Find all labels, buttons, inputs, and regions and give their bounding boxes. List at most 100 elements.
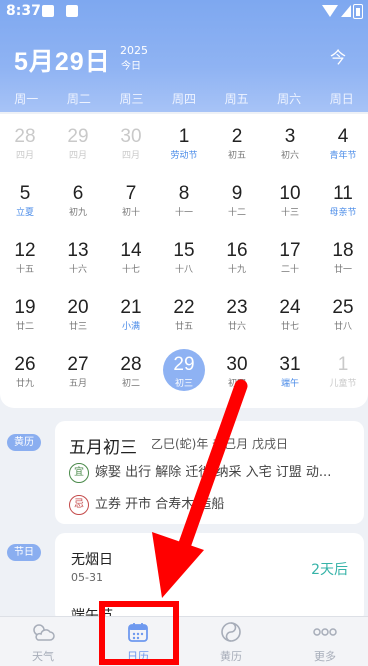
day-number: 8 [178, 183, 190, 204]
calendar-day[interactable]: 6 初九 [52, 173, 104, 229]
day-number: 20 [67, 297, 89, 318]
calendar-day[interactable]: 3 初六 [264, 116, 316, 172]
calendar-day[interactable]: 30 四月 [105, 116, 157, 172]
day-number: 30 [226, 354, 248, 375]
calendar-day[interactable]: 11 母亲节 [317, 173, 368, 229]
weekday-label: 周五 [224, 92, 249, 106]
calendar-day[interactable]: 7 初十 [105, 173, 157, 229]
lunar-label: 十九 [227, 265, 246, 275]
lunar-label: 廿八 [333, 322, 352, 332]
tab-label: 更多 [314, 650, 336, 663]
calendar-day[interactable]: 30 初四 [211, 344, 263, 400]
lunar-label: 四月 [121, 151, 140, 161]
lunar-label: 十二 [227, 208, 246, 218]
calendar-day[interactable]: 18 廿一 [317, 230, 368, 286]
almanac-card[interactable]: 五月初三 乙巳(蛇)年 辛巳月 戊戌日 宜嫁娶 出行 解除 迁徙 纳采 入宅 订… [55, 421, 364, 524]
tab-weather[interactable]: 天气 [13, 621, 73, 664]
yi-icon: 宜 [69, 462, 89, 483]
day-number: 9 [231, 183, 243, 204]
highlight-box [99, 601, 179, 665]
calendar-day[interactable]: 31 端午 [264, 344, 316, 400]
calendar-day[interactable]: 20 廿三 [52, 287, 104, 343]
tab-almanac[interactable]: 黄历 [201, 621, 261, 664]
tab-more[interactable]: 更多 [295, 621, 355, 664]
calendar-day[interactable]: 1 儿童节 [317, 344, 368, 400]
lunar-label: 十五 [15, 265, 34, 275]
current-year: 2025 [120, 44, 148, 57]
day-number: 29 [173, 354, 195, 375]
calendar-day[interactable]: 29 四月 [52, 116, 104, 172]
wifi-icon [322, 5, 338, 17]
day-number: 10 [279, 183, 301, 204]
calendar-day[interactable]: 13 十六 [52, 230, 104, 286]
calendar-day[interactable]: 17 二十 [264, 230, 316, 286]
day-number: 7 [125, 183, 137, 204]
day-number: 22 [173, 297, 195, 318]
day-number: 29 [67, 126, 89, 147]
calendar-day[interactable]: 24 廿七 [264, 287, 316, 343]
weather-icon [33, 624, 55, 641]
day-number: 31 [279, 354, 301, 375]
header: 8:37 5月29日 2025 今日 今 周一 周二 周三 周四 周五 周六 周日 [0, 0, 368, 112]
weekday-header: 周一 周二 周三 周四 周五 周六 周日 [0, 90, 368, 110]
calendar-day[interactable]: 10 十三 [264, 173, 316, 229]
calendar-day[interactable]: 23 廿六 [211, 287, 263, 343]
lunar-label: 廿三 [68, 322, 87, 332]
lunar-label: 十六 [68, 265, 87, 275]
day-number: 13 [67, 240, 89, 261]
tab-label: 黄历 [220, 650, 242, 663]
month-calendar: 28 四月 29 四月 30 四月 1 劳动节 2 初五 3 初六 4 青年节 5 立夏 6 初九 7 初十 8 十一 9 十… [0, 114, 368, 408]
day-number: 3 [284, 126, 296, 147]
lunar-label: 廿二 [15, 322, 34, 332]
calendar-day[interactable]: 8 十一 [158, 173, 210, 229]
yi-text: 嫁娶 出行 解除 迁徙 纳采 入宅 订盟 动... [95, 465, 332, 480]
calendar-day[interactable]: 27 五月 [52, 344, 104, 400]
day-number: 6 [72, 183, 84, 204]
calendar-day[interactable]: 28 初二 [105, 344, 157, 400]
calendar-day[interactable]: 16 十九 [211, 230, 263, 286]
festival-countdown: 2天后 [311, 562, 348, 578]
calendar-day[interactable]: 12 十五 [0, 230, 51, 286]
day-number: 16 [226, 240, 248, 261]
lunar-label: 母亲节 [329, 208, 357, 218]
day-number: 17 [279, 240, 301, 261]
day-number: 19 [14, 297, 36, 318]
current-date: 5月29日 [14, 48, 111, 76]
day-number: 1 [178, 126, 190, 147]
calendar-day[interactable]: 9 十二 [211, 173, 263, 229]
weekday-label: 周二 [66, 92, 91, 106]
calendar-day[interactable]: 26 廿九 [0, 344, 51, 400]
lunar-label: 青年节 [329, 151, 357, 161]
ji-row: 忌立券 开市 合寿木 造船 [69, 493, 224, 515]
calendar-day[interactable]: 1 劳动节 [158, 116, 210, 172]
calendar-day[interactable]: 5 立夏 [0, 173, 51, 229]
day-number: 27 [67, 354, 89, 375]
festival-date: 05-31 [71, 571, 103, 584]
lunar-label: 初六 [280, 151, 299, 161]
calendar-day[interactable]: 21 小满 [105, 287, 157, 343]
day-number: 28 [120, 354, 142, 375]
calendar-day[interactable]: 14 十七 [105, 230, 157, 286]
lunar-date: 五月初三 [69, 438, 137, 458]
calendar-day[interactable]: 2 初五 [211, 116, 263, 172]
today-button[interactable]: 今 [330, 44, 346, 68]
calendar-day[interactable]: 28 四月 [0, 116, 51, 172]
day-number: 11 [333, 183, 353, 204]
lunar-label: 二十 [280, 265, 299, 275]
calendar-day[interactable]: 15 十八 [158, 230, 210, 286]
calendar-day[interactable]: 22 廿五 [158, 287, 210, 343]
day-number: 18 [332, 240, 354, 261]
battery-icon [353, 4, 363, 19]
day-number: 26 [14, 354, 36, 375]
day-number: 24 [279, 297, 301, 318]
calendar-day-selected[interactable]: 29 初三 [158, 344, 210, 400]
status-time: 8:37 [6, 3, 41, 19]
lunar-label: 初三 [174, 379, 193, 389]
calendar-day[interactable]: 19 廿二 [0, 287, 51, 343]
calendar-day[interactable]: 4 青年节 [317, 116, 368, 172]
day-number: 1 [337, 354, 349, 375]
calendar-day[interactable]: 25 廿八 [317, 287, 368, 343]
lunar-label: 立夏 [15, 208, 34, 218]
lunar-label: 初五 [227, 151, 246, 161]
lunar-label: 四月 [68, 151, 87, 161]
